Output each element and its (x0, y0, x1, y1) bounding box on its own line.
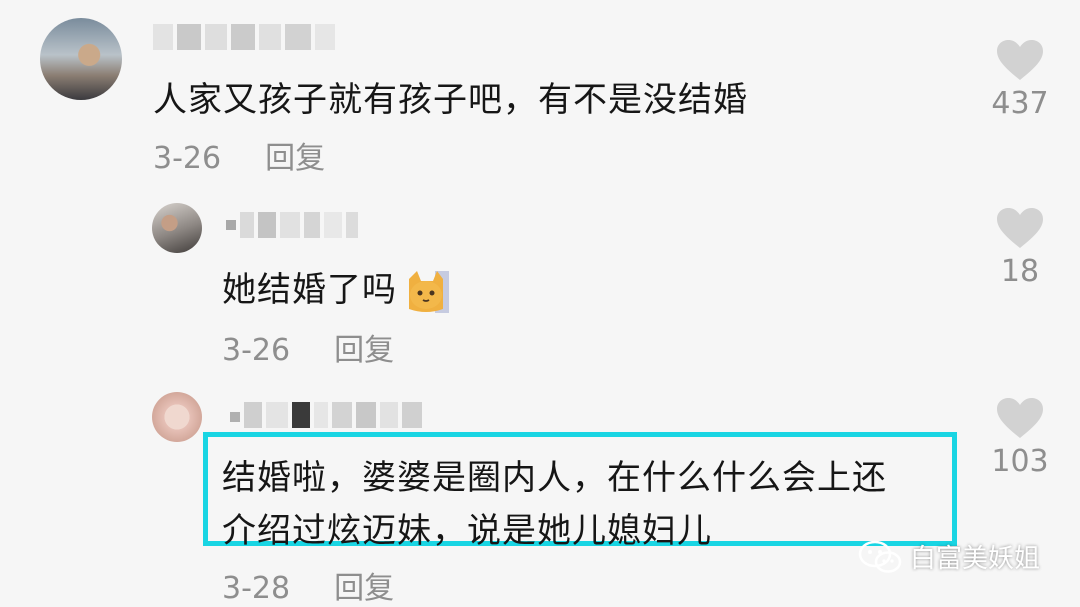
like-count: 18 (1000, 254, 1040, 289)
like-button[interactable]: 103 (990, 396, 1050, 479)
avatar[interactable] (152, 203, 202, 253)
cat-emoji-icon (409, 270, 449, 313)
comment-meta: 3-28 回复 (222, 563, 394, 607)
like-button[interactable]: 437 (990, 38, 1050, 121)
comment-date: 3-26 (222, 333, 291, 368)
comment-text-content: 她结婚了吗 (222, 270, 397, 310)
avatar[interactable] (40, 18, 122, 100)
comment-text-line1: 结婚啦，婆婆是圈内人，在什么什么会上还 (222, 458, 887, 498)
like-count: 103 (991, 444, 1049, 479)
comment-date: 3-28 (222, 571, 291, 606)
heart-icon[interactable] (995, 396, 1045, 440)
reply-button[interactable]: 回复 (265, 141, 325, 176)
reply-button[interactable]: 回复 (334, 571, 394, 606)
heart-icon[interactable] (995, 206, 1045, 250)
comment-text: 她结婚了吗 (222, 262, 451, 315)
watermark: 白富美妖姐 (858, 538, 1040, 575)
comment-text: 人家又孩子就有孩子吧，有不是没结婚 (153, 80, 748, 120)
wechat-icon (858, 540, 902, 573)
comment-text-line2: 介绍过炫迈妹，说是她儿媳妇儿 (222, 511, 712, 551)
like-count: 437 (991, 86, 1049, 121)
avatar[interactable] (152, 392, 202, 442)
username-blurred[interactable] (153, 24, 335, 50)
heart-icon[interactable] (995, 38, 1045, 82)
comment-meta: 3-26 回复 (222, 325, 394, 369)
comment-meta: 3-26 回复 (153, 133, 325, 177)
reply-button[interactable]: 回复 (334, 333, 394, 368)
like-button[interactable]: 18 (990, 206, 1050, 289)
username-blurred[interactable] (230, 402, 422, 428)
comment-date: 3-26 (153, 141, 222, 176)
watermark-text: 白富美妖姐 (909, 544, 1040, 574)
username-blurred[interactable] (226, 212, 358, 238)
